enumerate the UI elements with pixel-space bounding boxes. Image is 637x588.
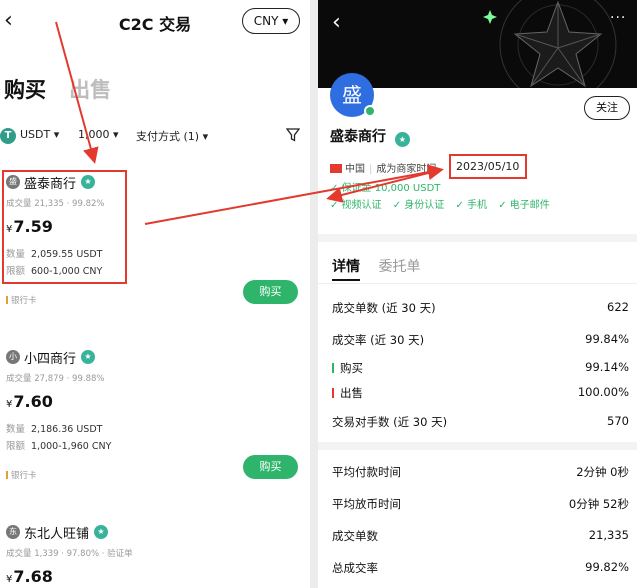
tab-buy[interactable]: 购买 <box>4 78 46 102</box>
merchant-avatar: 东 <box>6 525 20 539</box>
merchant-avatar: 盛 <box>330 73 376 117</box>
quantity-row: 数量 2,186.36 USDT <box>6 424 103 435</box>
stat-row: 平均付款时间 2分钟 0秒 <box>332 465 629 479</box>
merchant-avatar: 小 <box>6 350 20 364</box>
china-flag-icon <box>330 164 342 173</box>
merchant-name[interactable]: 东北人旺铺 <box>24 523 89 542</box>
stat-row: 成交率 (近 30 天) 99.84% <box>332 332 629 347</box>
video-verified: ✓ 视频认证 <box>330 200 382 211</box>
active-tab-indicator <box>332 279 360 281</box>
tab-details[interactable]: 详情 <box>332 259 360 275</box>
buy-button[interactable]: 购买 <box>243 455 298 479</box>
merchant-name[interactable]: 小四商行 <box>24 348 76 367</box>
section-gap <box>318 442 637 450</box>
id-verified: ✓ 身份认证 <box>392 200 445 211</box>
merchant-info: 中国 | 成为商家时间 <box>330 160 436 175</box>
star-decoration-icon <box>483 0 617 88</box>
verified-badge-icon: ★ <box>94 525 108 539</box>
filter-bar: T USDT ▾ 1,000 ▾ 支付方式 (1) ▾ <box>0 126 310 146</box>
coin-filter[interactable]: USDT ▾ <box>20 128 59 141</box>
highlight-box <box>2 170 127 284</box>
stat-row: 总成交率 99.82% <box>332 560 629 575</box>
email-verified: ✓ 电子邮件 <box>498 200 550 211</box>
c2c-market-screen: ‹ C2C 交易 CNY ▾ 购买 出售 T USDT ▾ 1,000 ▾ 支付… <box>0 0 310 588</box>
more-options-icon[interactable]: ··· <box>610 10 626 26</box>
verified-badge-icon: ★ <box>394 132 410 147</box>
online-status-icon <box>364 105 376 117</box>
currency-selector[interactable]: CNY ▾ <box>242 8 300 34</box>
highlight-box <box>449 154 527 179</box>
stat-row: 成交单数 (近 30 天) 622 <box>332 300 629 315</box>
merchant-stats: 成交量 27,879 · 99.88% <box>6 374 105 384</box>
tab-orders[interactable]: 委托单 <box>378 259 420 275</box>
sell-indicator-icon <box>332 388 334 398</box>
stat-row: 交易对手数 (近 30 天) 570 <box>332 414 629 429</box>
limit-row: 限额 1,000-1,960 CNY <box>6 441 112 452</box>
follow-button[interactable]: 关注 <box>584 96 630 120</box>
price: ¥7.68 <box>6 567 53 586</box>
stat-row: 平均放币时间 0分钟 52秒 <box>332 497 629 511</box>
verification-list: ✓ 视频认证 ✓ 身份认证 ✓ 手机 ✓ 电子邮件 <box>330 196 558 211</box>
profile-banner: ‹ ··· <box>318 0 637 88</box>
amount-filter[interactable]: 1,000 ▾ <box>78 128 119 141</box>
profile-tabs: 详情 委托单 <box>332 256 420 276</box>
buy-button[interactable]: 购买 <box>243 280 298 304</box>
security-deposit: ✓ 保证金 10,000 USDT <box>330 183 441 194</box>
stat-row: 成交单数 21,335 <box>332 528 629 543</box>
merchant-profile-screen: ‹ ··· 盛 关注 盛泰商行 ★ 中国 | 成为商家时间 2023/05/10 ✓… <box>318 0 637 588</box>
section-gap <box>318 234 637 242</box>
payment-method-filter[interactable]: 支付方式 (1) ▾ <box>136 128 208 144</box>
back-arrow-icon[interactable]: ‹ <box>332 12 341 34</box>
trade-side-tabs: 购买 出售 <box>4 74 111 104</box>
verified-badge-icon: ★ <box>81 350 95 364</box>
usdt-coin-icon: T <box>0 128 16 144</box>
price: ¥7.60 <box>6 392 53 411</box>
payment-tag: 银行卡 <box>6 294 37 306</box>
phone-verified: ✓ 手机 <box>455 200 488 211</box>
divider <box>318 283 637 284</box>
stat-row: 出售 100.00% <box>318 385 637 405</box>
buy-indicator-icon <box>332 363 334 373</box>
merchant-name: 盛泰商行 ★ <box>330 126 410 147</box>
panel-divider <box>310 0 318 588</box>
market-header: ‹ C2C 交易 CNY ▾ <box>0 0 310 44</box>
filter-funnel-icon[interactable] <box>286 128 300 142</box>
payment-tag: 银行卡 <box>6 469 37 481</box>
merchant-stats: 成交量 1,339 · 97.80% · 验证单 <box>6 549 133 559</box>
tab-sell[interactable]: 出售 <box>69 78 111 102</box>
stat-row: 购买 99.14% <box>318 360 637 380</box>
